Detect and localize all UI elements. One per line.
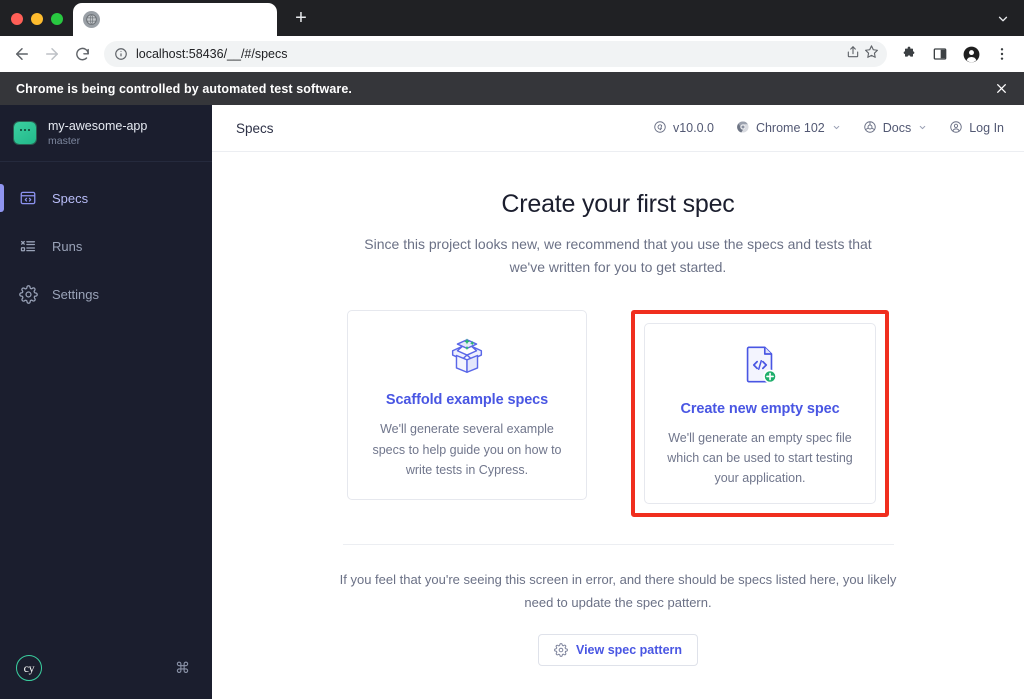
project-cube-icon bbox=[14, 122, 36, 144]
card-description: We'll generate an empty spec file which … bbox=[667, 430, 853, 486]
browser-label: Chrome 102 bbox=[755, 121, 825, 135]
browser-toolbar: localhost:58436/__/#/specs bbox=[0, 36, 1024, 72]
sidebar-item-label: Specs bbox=[52, 190, 89, 206]
sidebar-nav: Specs Runs Settings bbox=[0, 162, 212, 318]
app-header-actions: v10.0.0 Chrome 102 Docs Log In bbox=[653, 120, 1004, 137]
app-header: Specs v10.0.0 Chrome 102 Docs Log In bbox=[212, 105, 1024, 152]
chrome-browser-icon bbox=[736, 120, 750, 137]
puzzle-icon bbox=[903, 46, 915, 57]
back-button[interactable] bbox=[8, 40, 36, 68]
reload-button[interactable] bbox=[68, 40, 96, 68]
login-button[interactable]: Log In bbox=[949, 120, 1004, 137]
docs-menu[interactable]: Docs bbox=[863, 120, 927, 137]
close-window-button[interactable] bbox=[11, 13, 23, 25]
chevron-down-icon bbox=[998, 16, 1008, 22]
command-key-icon[interactable]: ⌘ bbox=[175, 659, 190, 677]
main-panel: Create your first spec Since this projec… bbox=[212, 152, 1024, 699]
chevron-down-icon bbox=[918, 123, 927, 134]
cypress-logo-text: cy bbox=[23, 660, 35, 675]
user-circle-icon bbox=[949, 120, 963, 137]
main-subtitle: Since this project looks new, we recomme… bbox=[364, 236, 872, 275]
version-indicator[interactable]: v10.0.0 bbox=[653, 120, 714, 137]
profile-button[interactable] bbox=[957, 40, 985, 68]
runs-list-icon bbox=[18, 237, 38, 255]
sidebar-item-runs[interactable]: Runs bbox=[0, 222, 212, 270]
account-avatar-icon bbox=[963, 46, 979, 62]
card-title: Create new empty spec bbox=[680, 400, 840, 417]
spec-creation-options: Scaffold example specs We'll generate se… bbox=[347, 310, 889, 518]
cypress-app: my-awesome-app master Specs Runs Setting… bbox=[0, 105, 1024, 699]
sidebar-item-label: Settings bbox=[52, 286, 99, 302]
card-title: Scaffold example specs bbox=[385, 392, 549, 409]
star-icon[interactable] bbox=[864, 44, 879, 64]
arrow-right-icon bbox=[46, 48, 58, 60]
gear-icon bbox=[18, 284, 38, 304]
code-file-plus-icon bbox=[740, 339, 780, 387]
close-icon[interactable] bbox=[990, 78, 1012, 100]
section-divider bbox=[342, 544, 894, 546]
address-bar-url: localhost:58436/__/#/specs bbox=[136, 47, 288, 61]
docs-globe-icon bbox=[863, 120, 877, 137]
maximize-window-button[interactable] bbox=[51, 13, 63, 25]
project-switcher[interactable]: my-awesome-app master bbox=[0, 105, 212, 162]
highlight-outline: Create new empty spec We'll generate an … bbox=[631, 310, 889, 518]
page-title: Specs bbox=[236, 120, 274, 136]
cypress-logo-icon[interactable]: cy bbox=[16, 655, 42, 681]
content-area: Specs v10.0.0 Chrome 102 Docs Log In Cre… bbox=[212, 105, 1024, 699]
specs-window-icon bbox=[18, 189, 38, 207]
extensions-button[interactable] bbox=[895, 40, 923, 68]
browser-tab[interactable] bbox=[73, 3, 277, 36]
arrow-left-icon bbox=[16, 48, 28, 60]
project-name: my-awesome-app bbox=[48, 118, 148, 133]
toolbar-right-actions bbox=[895, 40, 1016, 68]
browser-selector[interactable]: Chrome 102 bbox=[736, 120, 841, 137]
side-panel-icon bbox=[933, 48, 947, 60]
browser-tab-strip: + bbox=[0, 0, 1024, 36]
browser-window: + localhost:58436/__/#/specs Chrome is b… bbox=[0, 0, 1024, 699]
card-description: We'll generate several example specs to … bbox=[372, 422, 562, 477]
three-dot-menu-icon bbox=[1000, 48, 1004, 60]
project-branch: master bbox=[48, 135, 81, 148]
create-new-empty-spec-card[interactable]: Create new empty spec We'll generate an … bbox=[644, 323, 876, 505]
browser-menu-button[interactable] bbox=[988, 40, 1016, 68]
sidebar-item-label: Runs bbox=[52, 238, 83, 254]
minimize-window-button[interactable] bbox=[31, 13, 43, 25]
automation-infobar: Chrome is being controlled by automated … bbox=[0, 72, 1024, 105]
cypress-mark-icon bbox=[653, 120, 667, 137]
side-panel-button[interactable] bbox=[926, 40, 954, 68]
tabstrip-overflow-button[interactable] bbox=[996, 12, 1024, 36]
automation-infobar-message: Chrome is being controlled by automated … bbox=[16, 81, 353, 96]
forward-button[interactable] bbox=[38, 40, 66, 68]
spec-pattern-note: If you feel that you're seeing this scre… bbox=[339, 572, 897, 610]
new-tab-button[interactable]: + bbox=[287, 4, 315, 32]
window-traffic-lights bbox=[0, 13, 73, 36]
docs-label: Docs bbox=[882, 121, 912, 135]
login-label: Log In bbox=[969, 121, 1004, 135]
chevron-down-icon bbox=[832, 123, 841, 134]
reload-icon bbox=[75, 47, 89, 60]
sidebar-footer: cy ⌘ bbox=[0, 655, 212, 699]
view-spec-pattern-label: View spec pattern bbox=[575, 643, 683, 658]
info-circle-icon bbox=[114, 47, 128, 61]
share-icon[interactable] bbox=[846, 45, 860, 64]
gear-icon bbox=[554, 643, 568, 657]
version-label: v10.0.0 bbox=[672, 121, 714, 135]
sidebar-item-settings[interactable]: Settings bbox=[0, 270, 212, 318]
view-spec-pattern-button[interactable]: View spec pattern bbox=[537, 634, 699, 667]
scaffold-example-specs-card[interactable]: Scaffold example specs We'll generate se… bbox=[347, 310, 587, 501]
main-heading: Create your first spec bbox=[501, 190, 735, 218]
open-box-sparkles-icon bbox=[444, 330, 490, 378]
globe-icon bbox=[83, 11, 100, 28]
address-bar[interactable]: localhost:58436/__/#/specs bbox=[104, 41, 887, 67]
sidebar-item-specs[interactable]: Specs bbox=[0, 174, 212, 222]
sidebar: my-awesome-app master Specs Runs Setting… bbox=[0, 105, 212, 699]
